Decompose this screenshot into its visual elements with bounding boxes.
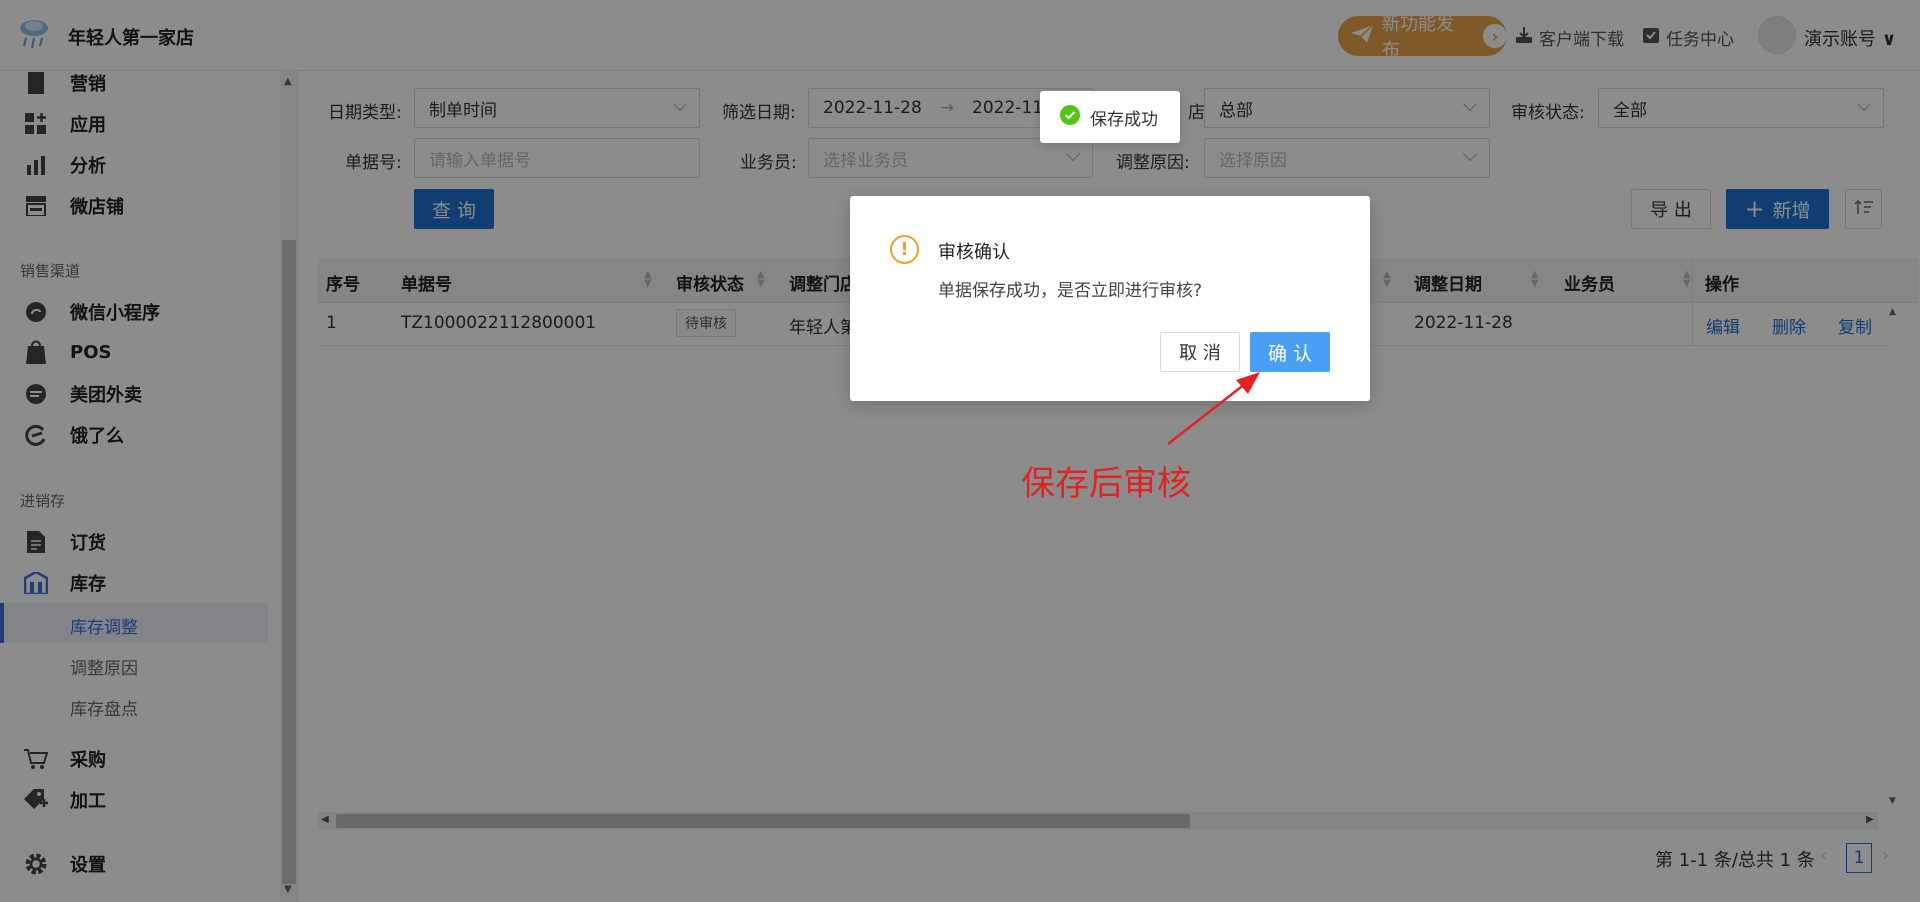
- audit-confirm-dialog: ! 审核确认 单据保存成功，是否立即进行审核? 取 消 确 认: [850, 196, 1370, 401]
- toast-message: 保存成功: [1090, 109, 1158, 130]
- annotation-arrow-icon: [1167, 372, 1260, 445]
- dialog-message: 单据保存成功，是否立即进行审核?: [938, 281, 1203, 301]
- annotation-label: 保存后审核: [1021, 464, 1191, 504]
- check-circle-icon: [1060, 104, 1080, 130]
- dialog-title: 审核确认: [938, 242, 1010, 263]
- warning-icon: !: [890, 235, 919, 264]
- success-toast: 保存成功: [1040, 91, 1180, 143]
- modal-overlay[interactable]: [0, 0, 1920, 902]
